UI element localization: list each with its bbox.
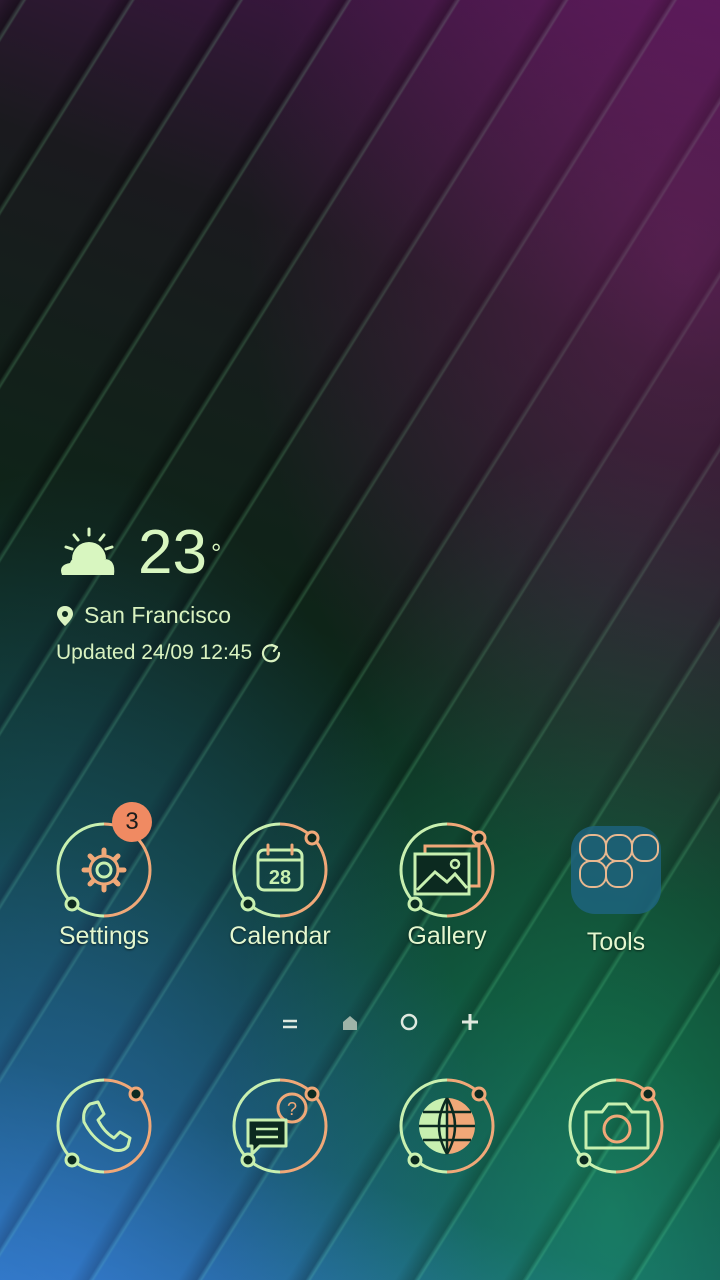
home-icon[interactable] (341, 1008, 359, 1039)
svg-text:?: ? (287, 1099, 297, 1119)
folder-icon (571, 826, 661, 914)
refresh-icon[interactable] (260, 642, 282, 664)
messages-icon: ? (232, 1078, 328, 1174)
camera-icon (568, 1078, 664, 1174)
weather-widget[interactable]: 23 ° San Francisco Updated 24/09 12:45 (56, 520, 282, 665)
calendar-icon: 28 (232, 822, 328, 918)
dock-messages[interactable]: ? (200, 1076, 360, 1176)
gallery-icon (399, 822, 495, 918)
temperature: 23 (138, 518, 207, 587)
location-pin-icon (57, 605, 73, 626)
dock-internet[interactable] (367, 1076, 527, 1176)
app-settings[interactable]: 3 Settings (24, 802, 184, 951)
app-gallery[interactable]: Gallery (367, 820, 527, 951)
circle-icon[interactable] (399, 1008, 419, 1039)
dock-phone[interactable] (24, 1076, 184, 1176)
location-label: San Francisco (84, 602, 232, 628)
notification-badge: 3 (112, 802, 152, 842)
phone-icon (56, 1078, 152, 1174)
app-label: Settings (58, 922, 150, 950)
app-label: Gallery (407, 922, 487, 950)
degree-symbol: ° (210, 538, 222, 568)
page-indicator (280, 1008, 480, 1038)
app-label: Tools (586, 928, 646, 956)
app-calendar[interactable]: 28 Calendar (200, 820, 360, 951)
menu-icon[interactable] (280, 1008, 300, 1039)
dock-camera[interactable] (536, 1076, 696, 1176)
partly-sunny-icon (61, 527, 115, 575)
calendar-date: 28 (269, 867, 291, 889)
internet-icon (399, 1078, 495, 1174)
app-tools-folder[interactable]: Tools (536, 820, 696, 957)
plus-icon[interactable] (460, 1008, 480, 1039)
app-label: Calendar (229, 922, 331, 950)
updated-label: Updated 24/09 12:45 (56, 641, 253, 664)
